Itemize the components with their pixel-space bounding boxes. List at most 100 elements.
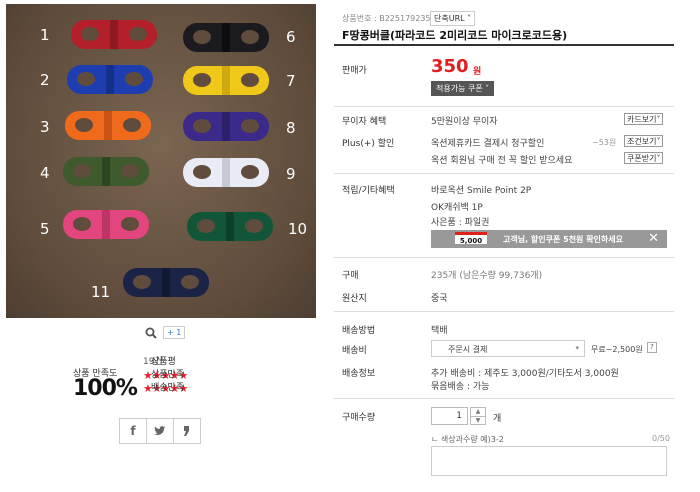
label-2: 2 xyxy=(40,71,50,89)
label-8: 8 xyxy=(286,119,296,137)
coupon-receive-button[interactable]: 쿠폰받기˅ xyxy=(624,152,664,164)
twitter-share-button[interactable] xyxy=(146,418,174,444)
twitter-icon xyxy=(154,426,166,435)
product-satisfaction-label: 상품만족 xyxy=(151,370,185,380)
buckle-4 xyxy=(62,155,150,188)
facebook-share-button[interactable]: f xyxy=(119,418,147,444)
shipping-fee-select[interactable]: 주문시 결제 ▾ xyxy=(431,340,585,357)
label-6: 6 xyxy=(286,28,296,46)
label-3: 3 xyxy=(40,118,50,136)
coupon-tag: 5,000 xyxy=(455,232,487,245)
okcashbag-text: OK캐쉬백 1P xyxy=(431,203,483,213)
card-view-label: 카드보기 xyxy=(627,115,657,124)
origin-label: 원산지 xyxy=(342,294,367,304)
delivery-satisfaction-label: 배송만족 xyxy=(151,383,185,393)
product-info-panel: 상품번호 : B225179235 단축URL ˅ F땅콩버클(파라코드 2미리… xyxy=(334,0,674,492)
applicable-coupon-label: 적용가능 쿠폰 xyxy=(436,84,483,93)
shipping-info-line2: 묶음배송 : 가능 xyxy=(431,382,490,392)
quantity-stepper[interactable]: ▲ ▼ xyxy=(470,407,486,425)
buckle-10 xyxy=(186,210,274,243)
shipping-fee-range: 무료~2,500원 xyxy=(591,345,643,354)
buckle-5 xyxy=(62,208,150,241)
shipping-fee-label: 배송비 xyxy=(342,346,367,356)
label-9: 9 xyxy=(286,165,296,183)
condition-view-button[interactable]: 조건보기˅ xyxy=(624,135,664,147)
short-url-label: 단축URL xyxy=(434,14,465,23)
gift-text: 사은품 : 파일권 xyxy=(431,218,490,228)
card-view-button[interactable]: 카드보기˅ xyxy=(624,113,664,125)
product-number: 상품번호 : B225179235 xyxy=(342,14,431,23)
close-icon[interactable]: ✕ xyxy=(648,231,659,246)
char-counter: 0/50 xyxy=(652,434,670,443)
chevron-down-icon: ˅ xyxy=(656,154,661,163)
quantity-unit: 개 xyxy=(493,414,502,424)
shipping-fee-selected: 주문시 결제 xyxy=(448,345,488,354)
plus-discount-value: 옥션제휴카드 결제시 청구할인 xyxy=(431,139,545,149)
sold-value: 235개 (남은수량 99,736개) xyxy=(431,271,543,281)
shipping-method-label: 배송방법 xyxy=(342,326,376,336)
buckle-11 xyxy=(122,266,210,299)
price-value: 350 xyxy=(431,56,469,77)
divider xyxy=(334,173,674,174)
interest-free-label: 무이자 혜택 xyxy=(342,117,387,127)
sold-label: 구매 xyxy=(342,271,359,281)
more-share-button[interactable] xyxy=(173,418,201,444)
option-hint: ㄴ 색상과수량 예)3-2 xyxy=(431,435,504,444)
chevron-up-icon[interactable]: ▲ xyxy=(471,408,485,416)
price-unit: 원 xyxy=(473,67,482,77)
buckle-8 xyxy=(182,110,270,143)
plus-count-badge[interactable]: + 1 xyxy=(163,326,186,339)
short-url-button[interactable]: 단축URL ˅ xyxy=(430,11,476,26)
chevron-down-icon: ˅ xyxy=(464,14,472,23)
coupon-banner-text: 고객님, 할인쿠폰 5천원 확인하세요 xyxy=(503,235,623,244)
chevron-down-icon: ˅ xyxy=(656,115,661,124)
applicable-coupon-button[interactable]: 적용가능 쿠폰 ˅ xyxy=(431,81,495,96)
shipping-info-line1: 추가 배송비 : 제주도 3,000원/기타도서 3,000원 xyxy=(431,369,619,379)
quantity-input[interactable]: 1 xyxy=(431,407,468,425)
label-4: 4 xyxy=(40,164,50,182)
label-11: 11 xyxy=(91,283,111,301)
chevron-down-icon: ▾ xyxy=(575,344,579,352)
coupon-banner[interactable]: 5,000 고객님, 할인쿠폰 5천원 확인하세요 ✕ xyxy=(431,230,667,248)
divider xyxy=(334,106,674,107)
image-tools: + 1 xyxy=(145,326,186,339)
plus-discount-amount: ~53원 xyxy=(592,138,617,147)
coupon-receive-label: 쿠폰받기 xyxy=(627,154,657,163)
chevron-down-icon: ˅ xyxy=(656,137,661,146)
buckle-3 xyxy=(64,109,152,142)
satisfaction-percent: 100% xyxy=(73,376,138,401)
divider xyxy=(334,311,674,312)
plus-discount-label: Plus(+) 할인 xyxy=(342,139,395,149)
magnifier-icon[interactable] xyxy=(145,327,157,339)
condition-view-label: 조건보기 xyxy=(627,137,657,146)
origin-value: 중국 xyxy=(431,294,448,304)
quantity-label: 구매수량 xyxy=(342,413,376,423)
buckle-6 xyxy=(182,21,270,54)
chevron-down-icon[interactable]: ▼ xyxy=(471,416,485,424)
label-10: 10 xyxy=(288,220,308,238)
chevron-down-icon: ˅ xyxy=(482,84,490,93)
share-icon xyxy=(184,426,189,436)
label-7: 7 xyxy=(286,72,296,90)
shipping-info-label: 배송정보 xyxy=(342,369,376,379)
smile-point-text: 바로옥션 Smile Point 2P xyxy=(431,186,532,196)
label-5: 5 xyxy=(40,220,50,238)
divider xyxy=(334,398,674,399)
interest-free-value: 5만원이상 무이자 xyxy=(431,117,498,127)
satisfaction-details: 상품평 19건 상품만족 ★★★★★ 배송만족 ★★★★★ xyxy=(143,356,188,395)
buckle-7 xyxy=(182,64,270,97)
share-buttons: f xyxy=(119,418,201,444)
product-image[interactable]: 1 2 3 4 5 6 7 8 9 10 11 xyxy=(6,4,316,318)
buckle-2 xyxy=(66,63,154,96)
option-textarea[interactable] xyxy=(431,446,667,476)
price-label: 판매가 xyxy=(342,66,367,76)
buckle-9 xyxy=(182,156,270,189)
points-label: 적립/기타혜택 xyxy=(342,186,395,196)
shipping-method-value: 택배 xyxy=(431,326,448,336)
help-icon[interactable]: ? xyxy=(647,342,657,353)
review-label: 상품평 xyxy=(151,357,176,367)
member-discount-text: 옥션 회원님 구매 전 꼭 할인 받으세요 xyxy=(431,156,573,166)
product-title: F땅콩버클(파라코드 2미리코드 마이크로코드용) xyxy=(342,29,568,42)
buckle-1 xyxy=(70,18,158,51)
label-1: 1 xyxy=(40,26,50,44)
